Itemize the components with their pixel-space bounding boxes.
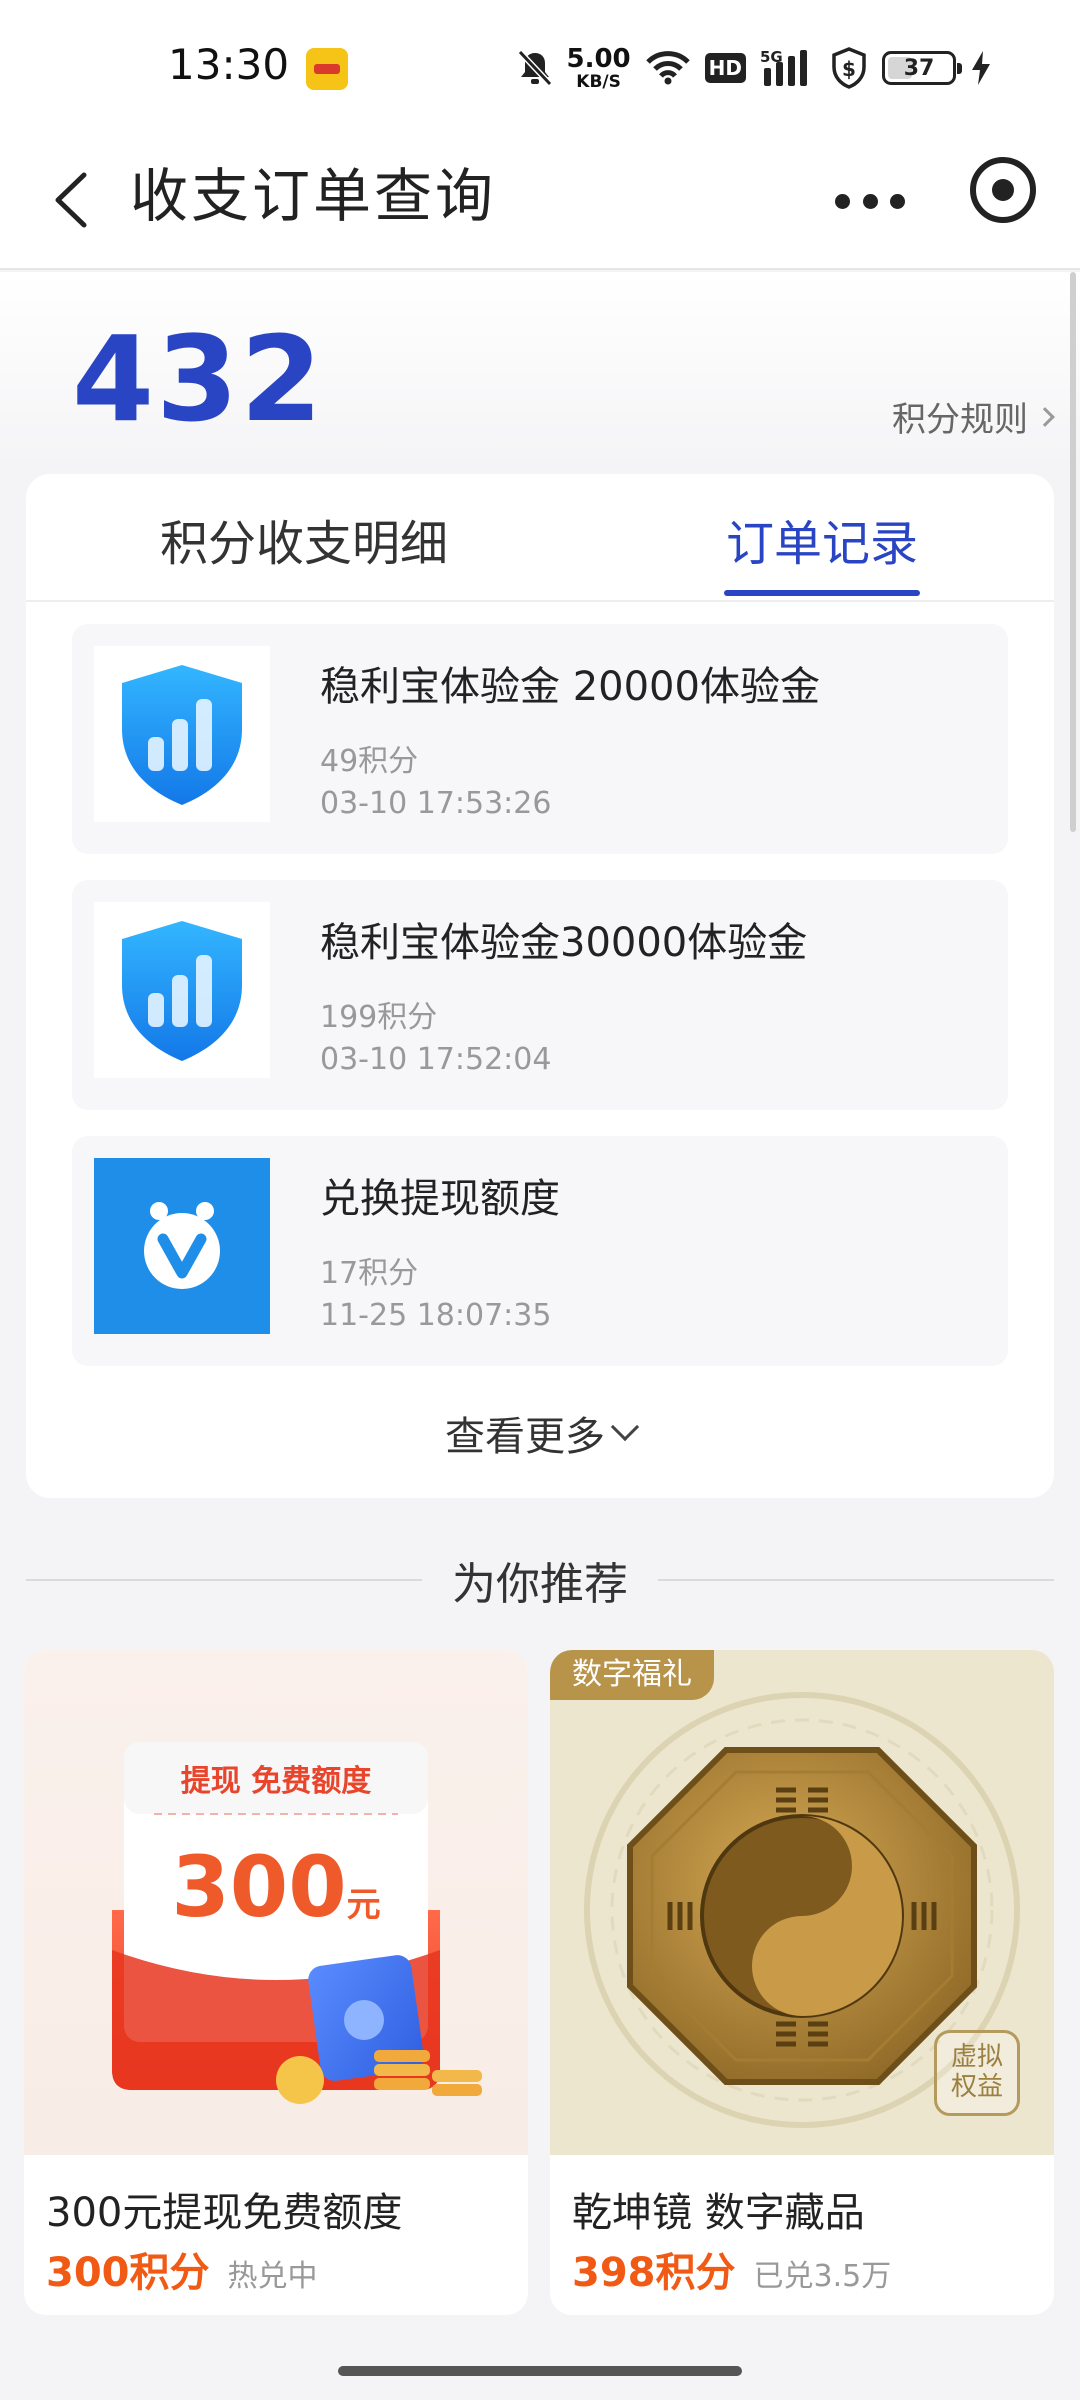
svg-text:$: $ (842, 57, 856, 81)
recommend-divider: 为你推荐 (26, 1550, 1054, 1610)
product-name: 乾坤镜 数字藏品 (572, 2190, 865, 2236)
orders-card: 积分收支明细 订单记录 稳利宝体验金 20000体验金 49积分 03-10 1… (26, 474, 1054, 1498)
shield-chart-icon (122, 665, 242, 805)
product-price-row: 398积分 已兑3.5万 (572, 2240, 891, 2298)
product-status: 已兑3.5万 (753, 2259, 892, 2294)
tab-order-records[interactable]: 订单记录 (726, 504, 918, 574)
mute-bell-icon (517, 49, 552, 87)
product-points: 300积分 (46, 2250, 210, 2296)
product-points: 398积分 (572, 2250, 736, 2296)
net-speed-unit: KB/S (576, 71, 621, 92)
close-mini-program-icon[interactable] (970, 157, 1036, 223)
tab-points-detail[interactable]: 积分收支明细 (160, 504, 448, 574)
app-notification-icon (306, 48, 348, 90)
battery-icon: 37 (882, 51, 962, 85)
product-card[interactable]: 提现 免费额度 300元 300元提现免费额度 300积分 热兑中 (24, 1650, 528, 2315)
nav-bar: 收支订单查询 (0, 135, 1080, 270)
order-item[interactable]: 稳利宝体验金 20000体验金 49积分 03-10 17:53:26 (72, 624, 1008, 854)
divider-line (26, 1579, 422, 1581)
product-price-row: 300积分 热兑中 (46, 2240, 318, 2298)
product-image-caption: 提现 免费额度 (180, 1764, 372, 1799)
wifi-icon (645, 51, 690, 85)
order-points: 49积分 (320, 744, 419, 779)
chevron-right-icon (1035, 406, 1055, 427)
hd-icon: HD (704, 53, 746, 83)
order-points: 199积分 (320, 1000, 438, 1035)
back-icon[interactable] (40, 165, 110, 235)
more-icon[interactable] (835, 171, 905, 231)
order-item[interactable]: 稳利宝体验金30000体验金 199积分 03-10 17:52:04 (72, 880, 1008, 1110)
signal-5g-icon: 5G (760, 48, 807, 86)
page: 13:30 5.00 KB/S HD 5G $ 37 收支订单查询 432 积分… (0, 0, 1080, 2400)
home-indicator[interactable] (338, 2366, 742, 2376)
see-more-label: 查看更多 (445, 1414, 605, 1460)
battery-level: 37 (903, 55, 935, 81)
product-image-amount-unit: 元 (346, 1885, 381, 1925)
points-balance: 432 (72, 310, 325, 448)
order-thumbnail (94, 902, 270, 1078)
virtual-benefit-label: 虚拟 权益 (950, 2042, 1003, 2102)
net-speed: 5.00 KB/S (567, 46, 631, 91)
product-status: 热兑中 (227, 2259, 318, 2294)
shield-chart-icon (122, 921, 242, 1061)
v-logo-icon (144, 1202, 220, 1289)
virtual-benefit-stamp: 虚拟 权益 (934, 2030, 1020, 2116)
order-title: 稳利宝体验金 20000体验金 (320, 664, 820, 710)
points-header: 432 积分规则 (0, 272, 1080, 472)
shield-dollar-icon: $ (832, 47, 866, 89)
tabs: 积分收支明细 订单记录 (26, 474, 1054, 602)
page-title: 收支订单查询 (130, 162, 497, 230)
status-icons: 5.00 KB/S HD 5G $ 37 (517, 42, 993, 94)
divider-line (658, 1579, 1054, 1581)
order-title: 稳利宝体验金30000体验金 (320, 920, 808, 966)
order-title: 兑换提现额度 (320, 1176, 560, 1222)
order-time: 03-10 17:52:04 (320, 1042, 552, 1077)
order-time: 11-25 18:07:35 (320, 1298, 552, 1333)
status-time: 13:30 (168, 40, 290, 89)
scrollbar[interactable] (1070, 272, 1076, 832)
order-time: 03-10 17:53:26 (320, 786, 552, 821)
order-thumbnail (94, 1158, 270, 1334)
charging-icon (972, 51, 990, 85)
digital-gift-badge: 数字福礼 (550, 1650, 714, 1700)
see-more-button[interactable]: 查看更多 (26, 1404, 1054, 1462)
order-thumbnail (94, 646, 270, 822)
active-tab-indicator (724, 590, 920, 596)
chevron-down-icon (610, 1412, 640, 1442)
recommend-heading: 为你推荐 (452, 1559, 628, 1610)
points-rules-label: 积分规则 (892, 400, 1028, 440)
status-bar: 13:30 5.00 KB/S HD 5G $ 37 (0, 0, 1080, 135)
product-card[interactable]: 数字福礼 虚拟 权益 乾坤镜 数字藏品 398积分 已兑3.5万 (550, 1650, 1054, 2315)
product-name: 300元提现免费额度 (46, 2190, 403, 2236)
net-speed-value: 5.00 (566, 43, 631, 74)
product-image-amount-value: 300 (171, 1838, 347, 1936)
product-image-amount: 300元 (124, 1838, 428, 1936)
order-item[interactable]: 兑换提现额度 17积分 11-25 18:07:35 (72, 1136, 1008, 1366)
order-points: 17积分 (320, 1256, 419, 1291)
points-rules-link[interactable]: 积分规则 (892, 392, 1055, 441)
